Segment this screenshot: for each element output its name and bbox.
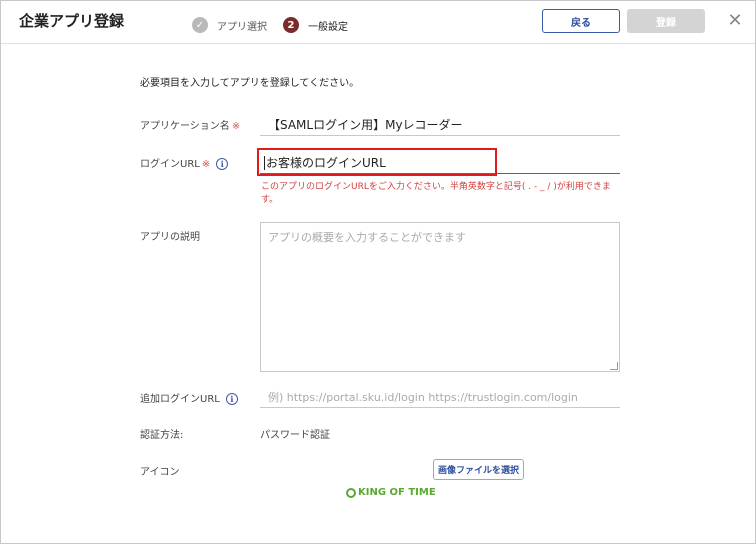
resize-handle[interactable] — [610, 362, 618, 370]
close-icon[interactable]: ✕ — [726, 7, 744, 33]
login-url-value: お客様のログインURL — [266, 156, 386, 170]
logo-text: KING OF TIME — [358, 487, 436, 498]
description-placeholder: アプリの概要を入力することができます — [268, 231, 466, 244]
login-url-label: ログインURL ※ i — [140, 155, 229, 170]
step-app-select: ✓ アプリ選択 — [192, 17, 267, 33]
page-title: 企業アプリ登録 — [19, 12, 125, 30]
auth-method-label: 認証方法: — [140, 430, 184, 441]
intro-text: 必要項目を入力してアプリを登録してください。 — [140, 78, 360, 89]
description-label: アプリの説明 — [140, 232, 200, 243]
app-logo: KING OF TIME — [346, 487, 436, 498]
step-label: アプリ選択 — [217, 21, 267, 33]
additional-url-placeholder: 例) https://portal.sku.id/login https://t… — [268, 390, 578, 404]
select-image-button[interactable]: 画像ファイルを選択 — [433, 459, 524, 480]
info-icon[interactable]: i — [216, 158, 229, 170]
check-icon: ✓ — [192, 17, 208, 33]
app-name-label: アプリケーション名 ※ — [140, 117, 240, 132]
required-mark: ※ — [201, 159, 211, 170]
label-text: アプリケーション名 — [140, 121, 230, 132]
description-textarea[interactable]: アプリの概要を入力することができます — [260, 222, 620, 372]
app-name-field[interactable]: 【SAMLログイン用】Myレコーダー — [260, 114, 620, 136]
register-button[interactable]: 登録 — [627, 9, 705, 33]
additional-url-field[interactable]: 例) https://portal.sku.id/login https://t… — [260, 386, 620, 408]
login-url-error: このアプリのログインURLをご入力ください。半角英数字と記号( . - _ / … — [261, 182, 611, 205]
app-registration-dialog: 企業アプリ登録 ✓ アプリ選択 2 一般設定 戻る 登録 ✕ 必要項目を入力して… — [0, 0, 756, 544]
info-icon[interactable]: i — [225, 393, 238, 405]
back-button[interactable]: 戻る — [542, 9, 620, 33]
login-url-field[interactable]: お客様のログインURL — [260, 152, 620, 174]
text-caret — [264, 155, 265, 170]
required-mark: ※ — [231, 121, 241, 132]
label-text: ログインURL — [140, 159, 200, 170]
auth-method-value: パスワード認証 — [260, 430, 330, 441]
label-text: 追加ログインURL — [140, 394, 220, 405]
dialog-header: 企業アプリ登録 ✓ アプリ選択 2 一般設定 戻る 登録 ✕ — [1, 1, 755, 44]
step-number-badge: 2 — [283, 17, 299, 33]
additional-url-label: 追加ログインURL i — [140, 390, 238, 405]
clock-icon — [346, 487, 356, 498]
icon-label: アイコン — [140, 467, 180, 478]
step-general-settings: 2 一般設定 — [283, 17, 348, 33]
app-name-value: 【SAMLログイン用】Myレコーダー — [268, 118, 463, 132]
step-label: 一般設定 — [308, 21, 348, 33]
